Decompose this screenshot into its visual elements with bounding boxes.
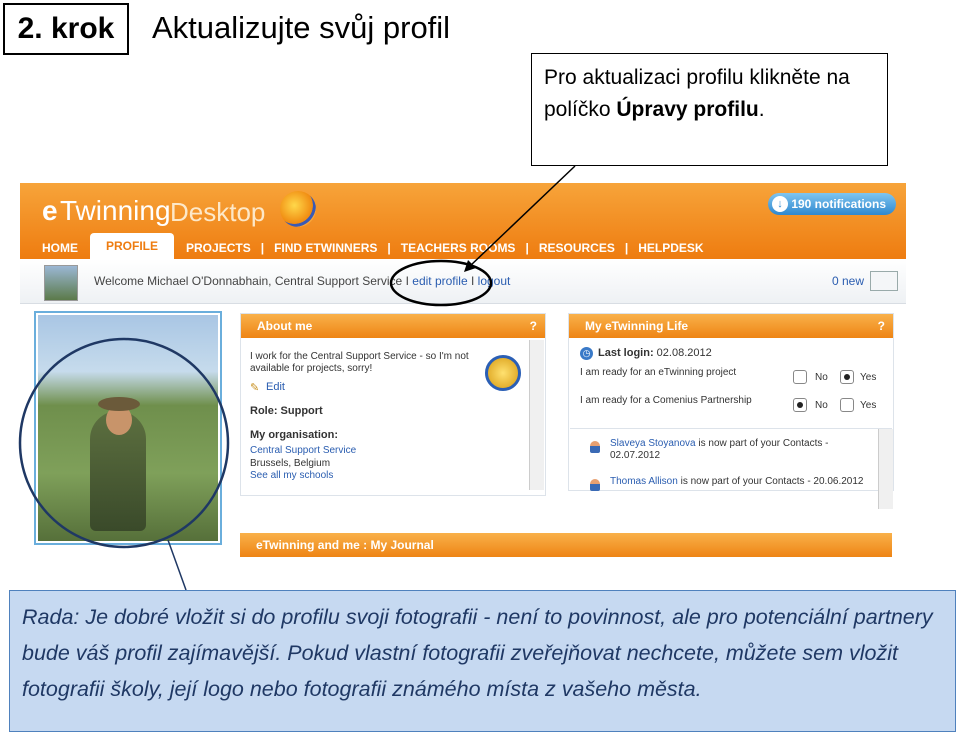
photo-highlight-circle [18, 337, 230, 549]
callout-arrow-line [469, 165, 576, 267]
tip-box: Rada: Je dobré vložit si do profilu svoj… [9, 590, 956, 732]
tip-pointer-line [167, 539, 187, 591]
edit-profile-highlight-circle [389, 259, 493, 307]
